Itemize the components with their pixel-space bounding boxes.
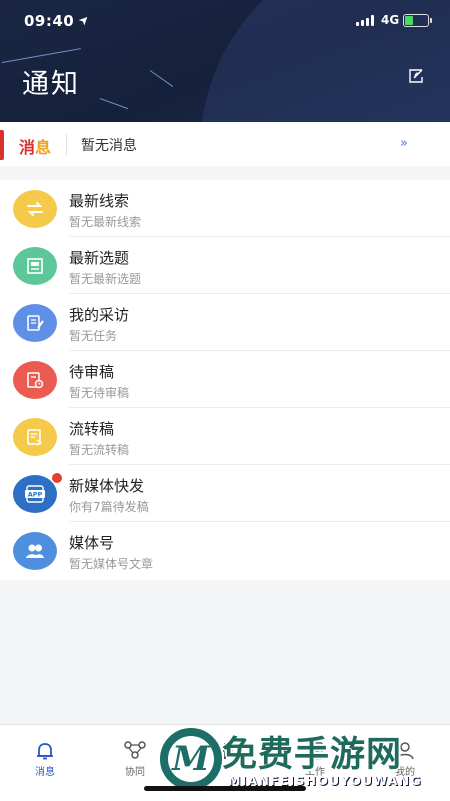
transfer-icon-circle [13, 418, 57, 456]
status-time: 09:40 [24, 12, 75, 30]
list-item-interviews[interactable]: 我的采访 暂无任务 [0, 294, 450, 351]
collab-icon [124, 741, 146, 759]
group-icon [26, 544, 44, 558]
list-item-topics[interactable]: 最新选题 暂无最新选题 [0, 237, 450, 294]
list-item-subtitle: 暂无最新选题 [69, 272, 142, 286]
app-icon: APP [25, 485, 45, 503]
watermark-logo: M [158, 726, 224, 792]
network-type: 4G [381, 13, 400, 27]
header-decor-streak [1, 48, 81, 63]
notice-accent-bar [0, 130, 4, 160]
list-item-title: 新媒体快发 [69, 477, 145, 495]
list-item-subtitle: 你有7篇待发稿 [69, 500, 149, 514]
list-item-title: 待审稿 [69, 363, 115, 381]
list-item-clues[interactable]: 最新线索 暂无最新线索 [0, 180, 450, 237]
notice-message: 暂无消息 [81, 138, 137, 154]
notice-divider [66, 134, 67, 156]
header-decor-streak [99, 98, 129, 110]
signal-icon [356, 15, 374, 26]
list-item-pending-review[interactable]: 待审稿 暂无待审稿 [0, 351, 450, 408]
swap-arrows-icon [27, 202, 43, 216]
app-icon-label: APP [28, 491, 43, 499]
review-doc-icon [27, 372, 44, 389]
list-item-title: 我的采访 [69, 306, 130, 324]
topics-icon-circle [13, 247, 57, 285]
list-item-title: 最新选题 [69, 249, 130, 267]
status-bar: 09:40 ➤ 4G [0, 0, 450, 44]
notice-bar[interactable]: 消息 暂无消息 » [0, 122, 450, 166]
list-item-subtitle: 暂无媒体号文章 [69, 557, 154, 571]
clues-icon-circle [13, 190, 57, 228]
list-item-transfer[interactable]: 流转稿 暂无流转稿 [0, 408, 450, 465]
tab-messages[interactable]: 消息 [0, 731, 90, 781]
notification-badge [51, 472, 63, 484]
new-media-icon-circle: APP [13, 475, 57, 513]
battery-icon [403, 14, 432, 27]
pending-review-icon-circle [13, 361, 57, 399]
page-title: 通知 [22, 69, 80, 100]
edit-button[interactable] [406, 66, 430, 90]
list-item-title: 最新线索 [69, 192, 130, 210]
interview-icon [27, 315, 44, 331]
list-item-title: 流转稿 [69, 420, 115, 438]
interviews-icon-circle [13, 304, 57, 342]
edit-icon [409, 69, 423, 83]
home-indicator [144, 786, 306, 791]
header-decor-streak [149, 70, 174, 87]
newspaper-icon [27, 258, 43, 274]
media-account-icon-circle [13, 532, 57, 570]
notice-tag: 消息 [19, 138, 52, 157]
app-header: 09:40 ➤ 4G 通知 [0, 0, 450, 122]
location-icon: ➤ [75, 11, 93, 29]
list-item-subtitle: 暂无流转稿 [69, 443, 130, 457]
transfer-doc-icon [27, 429, 43, 446]
list-item-subtitle: 暂无任务 [69, 329, 118, 343]
bell-icon [37, 743, 53, 760]
list-item-media-account[interactable]: 媒体号 暂无媒体号文章 [0, 522, 450, 579]
notification-list: 最新线索 暂无最新线索 最新选题 暂无最新选题 我的采访 暂无任务 待审稿 暂无… [0, 180, 450, 580]
list-item-new-media[interactable]: APP 新媒体快发 你有7篇待发稿 [0, 465, 450, 522]
list-item-title: 媒体号 [69, 534, 115, 552]
list-item-subtitle: 暂无最新线索 [69, 215, 142, 229]
notice-more-icon[interactable]: » [400, 136, 408, 151]
watermark-text: 免费手游网 [222, 735, 403, 775]
list-item-subtitle: 暂无待审稿 [69, 386, 130, 400]
tab-label: 消息 [35, 767, 55, 778]
